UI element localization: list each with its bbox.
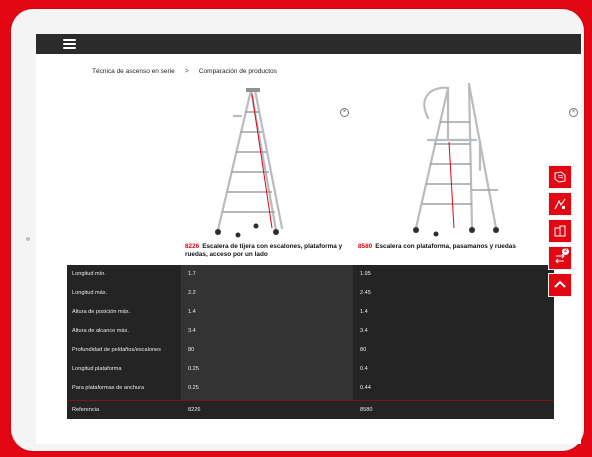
product-title: Escalera de tijera con escalones, plataf… (185, 243, 343, 258)
table-row: Longitud máx. 2.2 2.45 (72, 290, 371, 296)
remove-product-8580-icon[interactable]: × (569, 108, 578, 117)
side-toolbar: 2 (548, 165, 572, 297)
table-row: Altura de posición máx. 1.4 1.4 (72, 309, 368, 315)
remove-product-8226-icon[interactable]: × (340, 108, 349, 117)
ladder-8226-image (215, 88, 284, 238)
compare-count-badge: 2 (562, 248, 569, 255)
breadcrumb: Técnica de ascenso en serie > Comparació… (92, 68, 277, 75)
breadcrumb-item-comparacion: Comparación de productos (198, 68, 277, 75)
table-row: Longitud mín. 1.7 1.95 (72, 271, 371, 277)
top-bar (36, 34, 581, 54)
scroll-top-button[interactable] (548, 273, 572, 297)
compare-button[interactable]: 2 (548, 246, 572, 270)
product-number: 8226 (185, 243, 200, 250)
camera-dot (26, 237, 30, 241)
compare-layout-button[interactable] (548, 219, 572, 243)
product-card-8580: × (376, 80, 578, 258)
table-row: Para plataformas de anchura 0.25 0.44 (72, 385, 371, 391)
ladder-8580-image (413, 82, 499, 237)
table-row: Longitud plataforma 0.25 0.4 (72, 366, 368, 372)
configurator-button[interactable] (548, 192, 572, 216)
breadcrumb-item-ascenso[interactable]: Técnica de ascenso en serie (92, 68, 175, 75)
catalog-button[interactable] (548, 165, 572, 189)
table-row: Profundidad de peldaños/escalones 80 80 (72, 347, 367, 353)
product-number: 8580 (358, 243, 373, 250)
table-row: Altura de alcance máx. 3.4 3.4 (72, 328, 368, 334)
chevron-up-icon (554, 280, 566, 288)
product-card-8226: × (176, 80, 349, 258)
hamburger-icon[interactable] (63, 39, 76, 49)
configurator-icon (554, 198, 566, 210)
screen: Técnica de ascenso en serie > Comparació… (36, 34, 581, 444)
catalog-icon (554, 171, 566, 183)
compare-layout-icon (554, 225, 566, 237)
product-caption-8226[interactable]: 8226 Escalera de tijera con escalones, pl… (185, 243, 355, 259)
table-row-referencia: Referencia 8226 8580 (72, 407, 373, 413)
spec-comparison-table: Longitud mín. 1.7 1.95 Longitud máx. 2.2… (67, 265, 554, 419)
tablet-frame: Técnica de ascenso en serie > Comparació… (11, 9, 584, 451)
product-caption-8580[interactable]: 8580 Escalera con plataforma, pasamanos y… (358, 243, 528, 251)
breadcrumb-separator: > (184, 68, 189, 75)
product-title: Escalera con plataforma, pasamanos y rue… (375, 243, 516, 250)
